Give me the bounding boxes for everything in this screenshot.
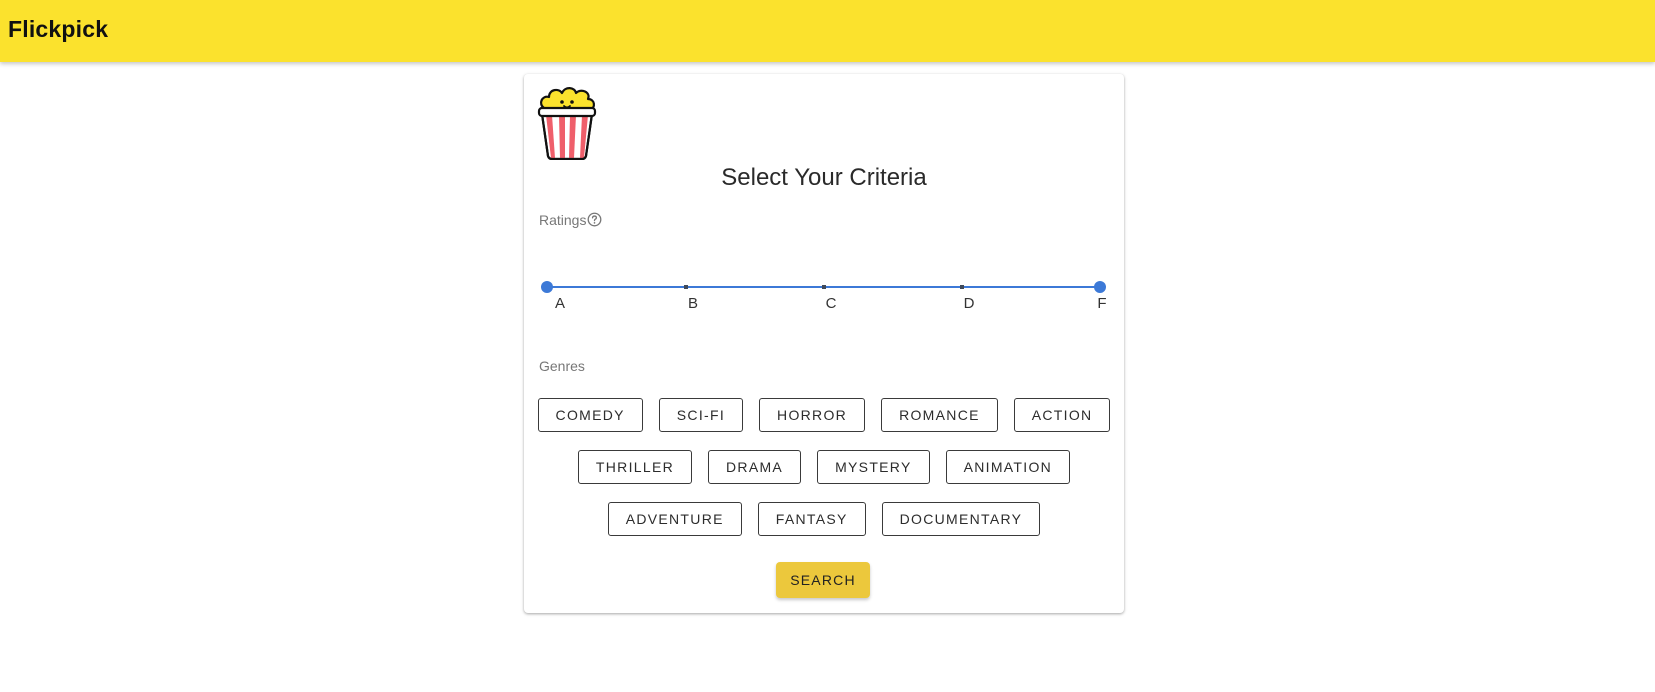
slider-tick-b: [684, 285, 688, 289]
genre-row: COMEDY SCI-FI HORROR ROMANCE ACTION: [524, 398, 1124, 432]
genre-button-fantasy[interactable]: FANTASY: [757, 502, 866, 536]
page-title: Select Your Criteria: [721, 164, 927, 191]
genre-button-adventure[interactable]: ADVENTURE: [607, 502, 742, 536]
ratings-label: Ratings: [539, 212, 587, 228]
genre-button-animation[interactable]: ANIMATION: [945, 450, 1071, 484]
popcorn-icon: [537, 87, 597, 160]
app-bar: Flickpick: [0, 0, 1655, 62]
slider-tick-c: [822, 285, 826, 289]
genre-button-drama[interactable]: DRAMA: [708, 450, 802, 484]
app-title: Flickpick: [8, 16, 109, 42]
slider-thumb-max[interactable]: [1094, 281, 1106, 293]
genres-label: Genres: [539, 358, 585, 374]
criteria-card: Select Your Criteria Ratings A B C D F G…: [524, 74, 1124, 613]
slider-mark-label: F: [1097, 295, 1107, 312]
genre-button-action[interactable]: ACTION: [1013, 398, 1111, 432]
slider-thumb-min[interactable]: [541, 281, 553, 293]
slider-mark-label: C: [825, 295, 837, 312]
help-circle-icon[interactable]: [587, 212, 602, 227]
slider-mark-label: B: [687, 295, 698, 312]
genre-row: THRILLER DRAMA MYSTERY ANIMATION: [524, 450, 1124, 484]
slider-tick-d: [960, 285, 964, 289]
genre-button-horror[interactable]: HORROR: [759, 398, 866, 432]
genre-button-documentary[interactable]: DOCUMENTARY: [881, 502, 1041, 536]
genre-button-thriller[interactable]: THRILLER: [577, 450, 693, 484]
genre-button-mystery[interactable]: MYSTERY: [817, 450, 930, 484]
genre-button-comedy[interactable]: COMEDY: [537, 398, 643, 432]
slider-mark-label: D: [963, 295, 975, 312]
search-button[interactable]: SEARCH: [776, 562, 870, 598]
genre-button-sci-fi[interactable]: SCI-FI: [658, 398, 744, 432]
genre-button-romance[interactable]: ROMANCE: [881, 398, 998, 432]
genre-row: ADVENTURE FANTASY DOCUMENTARY: [524, 502, 1124, 536]
ratings-label-group: Ratings: [539, 212, 602, 228]
slider-mark-label: A: [554, 295, 565, 312]
